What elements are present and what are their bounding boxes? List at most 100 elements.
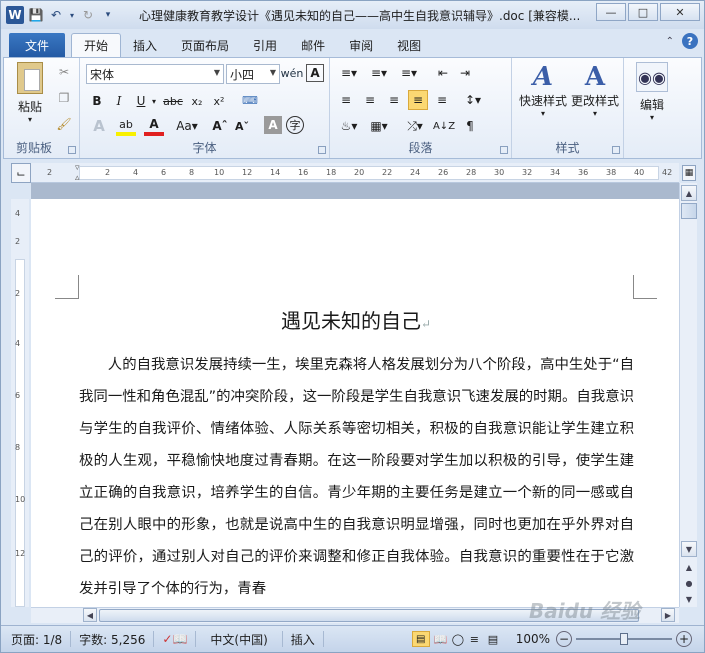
copy-icon[interactable]: ❐ [56, 90, 72, 106]
undo-dropdown-icon[interactable]: ▾ [68, 7, 76, 23]
web-layout-view-icon[interactable]: ◯ [452, 633, 470, 646]
align-right-icon[interactable]: ≡ [384, 90, 404, 110]
distributed-icon[interactable]: ≡ [432, 90, 452, 110]
numbering-icon[interactable]: ≡▾ [366, 64, 392, 82]
document-area[interactable]: 遇见未知的自己↵ 人的自我意识发展持续一生，埃里克森将人格发展划分为八个阶段，高… [31, 183, 679, 607]
chinese-layout-icon[interactable]: ⤮▾ [402, 116, 428, 136]
clipboard-dialog-launcher[interactable] [68, 146, 76, 154]
scroll-thumb[interactable] [681, 203, 697, 219]
highlight-icon[interactable]: ab [116, 116, 136, 136]
vertical-ruler[interactable]: 4 2 2 4 6 8 10 12 [11, 199, 29, 607]
paste-dropdown-icon[interactable]: ▾ [28, 115, 32, 124]
tab-mailings[interactable]: 邮件 [289, 33, 337, 57]
outline-view-icon[interactable]: ≡ [470, 633, 488, 646]
paste-button[interactable]: 粘贴 ▾ [12, 62, 48, 124]
align-center-icon[interactable]: ≡ [360, 90, 380, 110]
underline-icon[interactable]: U [132, 92, 150, 110]
full-screen-view-icon[interactable]: 📖 [434, 633, 452, 646]
status-word-count[interactable]: 字数: 5,256 [71, 631, 155, 647]
scroll-right-button[interactable]: ▶ [661, 608, 675, 622]
status-insert-mode[interactable]: 插入 [283, 631, 324, 647]
tab-page-layout[interactable]: 页面布局 [169, 33, 241, 57]
font-size-combo[interactable]: 小四 ▼ [226, 64, 280, 84]
clear-formatting-icon[interactable]: ⌨ [240, 90, 260, 110]
tab-references[interactable]: 引用 [241, 33, 289, 57]
grow-font-icon[interactable]: Aˆ [210, 116, 230, 136]
borders-icon[interactable]: ▦▾ [366, 116, 392, 136]
next-page-icon[interactable]: ▼ [681, 591, 697, 607]
subscript-icon[interactable]: x₂ [188, 92, 206, 110]
character-border-icon[interactable]: A [306, 64, 324, 82]
bullets-icon[interactable]: ≡▾ [336, 64, 362, 82]
multilevel-list-icon[interactable]: ≡▾ [396, 64, 422, 82]
minimize-button[interactable]: — [596, 3, 626, 21]
horizontal-ruler[interactable]: 2 2 4 6 8 10 12 14 16 18 20 22 24 26 28 … [11, 163, 679, 183]
indent-marker-icon[interactable]: ▵ [75, 173, 80, 183]
text-effects-icon[interactable]: A [88, 116, 110, 136]
shrink-font-icon[interactable]: Aˇ [232, 116, 252, 136]
superscript-icon[interactable]: x² [210, 92, 228, 110]
zoom-slider-thumb[interactable] [620, 633, 628, 645]
font-color-icon[interactable]: A [144, 116, 164, 136]
draft-view-icon[interactable]: ▤ [488, 633, 510, 646]
italic-icon[interactable]: I [110, 92, 128, 110]
proofing-icon[interactable]: ✓📖 [154, 631, 197, 647]
document-page[interactable]: 遇见未知的自己↵ 人的自我意识发展持续一生，埃里克森将人格发展划分为八个阶段，高… [31, 199, 679, 607]
status-page[interactable]: 页面: 1/8 [1, 631, 72, 647]
zoom-slider[interactable] [576, 631, 672, 647]
document-title[interactable]: 遇见未知的自己↵ [31, 305, 679, 334]
maximize-button[interactable]: □ [628, 3, 658, 21]
tab-file[interactable]: 文件 [9, 33, 65, 57]
undo-icon[interactable]: ↶ [48, 7, 64, 23]
strikethrough-icon[interactable]: abc [162, 92, 184, 110]
close-button[interactable]: ✕ [660, 3, 700, 21]
font-dialog-launcher[interactable] [318, 146, 326, 154]
align-left-icon[interactable]: ≡ [336, 90, 356, 110]
customize-toolbar-icon[interactable]: ▾ [100, 7, 116, 23]
sort-icon[interactable]: A↓Z [433, 116, 455, 136]
tab-selector[interactable]: ⌙ [11, 163, 31, 183]
change-styles-button[interactable]: A 更改样式 ▾ [568, 62, 622, 118]
cut-icon[interactable]: ✂ [56, 64, 72, 80]
collapse-ribbon-icon[interactable]: ⌃ [666, 36, 674, 47]
quick-styles-button[interactable]: A 快速样式 ▾ [516, 62, 570, 118]
redo-icon[interactable]: ↻ [80, 7, 96, 23]
editing-button[interactable]: ◉◉ 编辑 ▾ [632, 62, 672, 122]
body-paragraph[interactable]: 人的自我意识发展持续一生，埃里克森将人格发展划分为八个阶段，高中生处于“自我同一… [79, 349, 634, 605]
print-layout-view-icon[interactable]: ▤ [411, 631, 430, 647]
zoom-out-icon[interactable]: − [556, 631, 572, 647]
paragraph-dialog-launcher[interactable] [500, 146, 508, 154]
show-hide-marks-icon[interactable]: ¶ [460, 116, 480, 136]
save-icon[interactable]: 💾 [28, 7, 44, 23]
underline-dropdown-icon[interactable]: ▾ [150, 94, 158, 108]
tab-view[interactable]: 视图 [385, 33, 433, 57]
line-spacing-icon[interactable]: ↕▾ [460, 90, 486, 110]
styles-dialog-launcher[interactable] [612, 146, 620, 154]
tab-home[interactable]: 开始 [71, 33, 122, 57]
phonetic-guide-icon[interactable]: wén [281, 62, 304, 84]
status-language[interactable]: 中文(中国) [196, 631, 283, 647]
enclose-characters-icon[interactable]: 字 [286, 116, 304, 134]
view-ruler-icon[interactable]: ▦ [682, 165, 696, 181]
scroll-left-button[interactable]: ◀ [83, 608, 97, 622]
zoom-level[interactable]: 100% [510, 632, 556, 646]
vertical-scrollbar[interactable]: ▲ ▼ ▲ ● ▼ [679, 183, 697, 607]
increase-indent-icon[interactable]: ⇥ [456, 64, 474, 82]
zoom-in-icon[interactable]: + [676, 631, 692, 647]
bold-icon[interactable]: B [88, 92, 106, 110]
tab-review[interactable]: 审阅 [337, 33, 385, 57]
font-name-combo[interactable]: 宋体 ▼ [86, 64, 224, 84]
decrease-indent-icon[interactable]: ⇤ [434, 64, 452, 82]
justify-icon[interactable]: ≡ [408, 90, 428, 110]
scroll-down-button[interactable]: ▼ [681, 541, 697, 557]
indent-marker-icon[interactable]: ▿ [75, 163, 80, 173]
previous-page-icon[interactable]: ▲ [681, 559, 697, 575]
change-case-icon[interactable]: Aa▾ [174, 116, 200, 136]
browse-object-icon[interactable]: ● [681, 575, 697, 591]
format-painter-icon[interactable]: 🖌 [56, 116, 72, 132]
tab-insert[interactable]: 插入 [121, 33, 169, 57]
character-shading-icon[interactable]: A [264, 116, 282, 134]
word-app-icon[interactable]: W [6, 6, 24, 24]
help-icon[interactable]: ? [682, 33, 698, 49]
shading-icon[interactable]: ♨▾ [336, 116, 362, 136]
